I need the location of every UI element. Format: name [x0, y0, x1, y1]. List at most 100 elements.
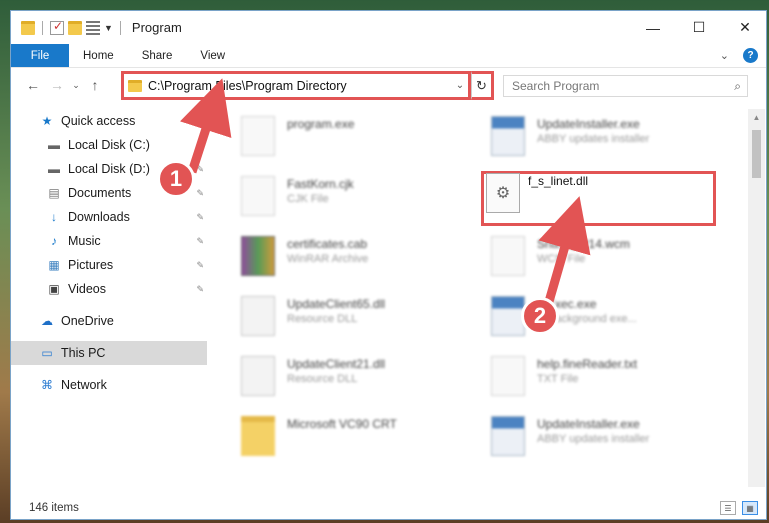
title-bar: ▼ Program — ☐ ✕ [11, 11, 766, 44]
file-item[interactable]: Microsoft VC90 CRT [241, 412, 461, 462]
sidebar-item-onedrive[interactable]: ☁ OneDrive [11, 309, 207, 333]
search-input[interactable]: Search Program [512, 79, 599, 93]
file-name: certificates.cab [287, 237, 368, 251]
file-type: CJK File [287, 193, 329, 205]
recent-locations-icon[interactable]: ⌄ [69, 80, 83, 91]
cloud-icon: ☁ [41, 314, 53, 328]
exe-file-icon [491, 416, 525, 456]
file-type: ABBY updates installer [537, 133, 650, 145]
view-switcher: ☰ ▦ [720, 501, 766, 515]
file-item[interactable]: UpdateClient21.dll Resource DLL [241, 352, 461, 402]
large-icons-view-icon[interactable]: ▦ [742, 501, 758, 515]
tab-home[interactable]: Home [69, 44, 128, 67]
file-name: UpdateInstaller.exe [537, 417, 640, 431]
up-button[interactable]: ↑ [83, 77, 107, 93]
file-type: Resource DLL [287, 313, 358, 325]
refresh-button[interactable]: ↻ [471, 71, 494, 100]
sidebar-item-quick-access[interactable]: ★ Quick access [11, 109, 207, 133]
back-button[interactable]: ← [21, 77, 45, 93]
sidebar-item-network[interactable]: ⌘ Network [11, 373, 207, 397]
sidebar-item-this-pc[interactable]: ▭ This PC [11, 341, 207, 365]
help-icon[interactable]: ? [743, 48, 758, 63]
pin-icon: ✎ [196, 235, 204, 246]
new-folder-icon[interactable] [68, 20, 82, 35]
sidebar-item-pictures[interactable]: ▦ Pictures ✎ [11, 253, 207, 277]
navigation-bar: ← → ⌄ ↑ C:\Program Files\Program Directo… [11, 68, 766, 102]
properties-check-icon[interactable] [50, 19, 64, 35]
downloads-icon: ↓ [51, 210, 57, 224]
sidebar-item-label: OneDrive [61, 314, 114, 328]
customize-toolbar-icon[interactable] [86, 20, 100, 35]
scroll-up-icon[interactable]: ▲ [748, 109, 765, 126]
details-view-icon[interactable]: ☰ [720, 501, 736, 515]
sidebar-item-local-disk-c[interactable]: ▬ Local Disk (C:) ✎ [11, 133, 207, 157]
vertical-scrollbar[interactable]: ▲ [748, 109, 765, 487]
tab-file[interactable]: File [11, 44, 69, 67]
sidebar-item-label: Local Disk (D:) [68, 162, 150, 176]
maximize-button[interactable]: ☐ [676, 11, 722, 44]
expand-ribbon-icon[interactable]: ⌄ [720, 49, 729, 62]
file-item[interactable]: certificates.cab WinRAR Archive [241, 232, 461, 282]
file-name: UpdateClient65.dll [287, 297, 386, 311]
pin-icon: ✎ [196, 139, 204, 150]
sidebar-item-label: Videos [68, 282, 106, 296]
exe-file-icon [241, 116, 275, 156]
target-file-name[interactable]: f_s_linet.dll [528, 174, 588, 188]
close-button[interactable]: ✕ [722, 11, 766, 44]
file-name: Microsoft VC90 CRT [287, 417, 397, 431]
window-controls: — ☐ ✕ [630, 11, 766, 44]
search-box[interactable]: Search Program ⌕ [503, 75, 748, 97]
document-file-icon [241, 176, 275, 216]
file-item[interactable]: program.exe [241, 112, 461, 162]
file-name: program.exe [287, 117, 355, 131]
file-name: Sna...@P14.wcm [537, 237, 630, 251]
quick-access-toolbar: ▼ [11, 19, 124, 35]
minimize-button[interactable]: — [630, 11, 676, 44]
file-item[interactable]: help.fineReader.txt TXT File [491, 352, 711, 402]
step-1-badge: 1 [157, 160, 195, 198]
file-item[interactable]: FastKorn.cjk CJK File [241, 172, 461, 222]
file-name: help.fineReader.txt [537, 357, 638, 371]
exe-file-icon [491, 116, 525, 156]
text-file-icon [491, 356, 525, 396]
search-icon: ⌕ [734, 78, 741, 93]
sidebar-item-downloads[interactable]: ↓ Downloads ✎ [11, 205, 207, 229]
file-name: UpdateClient21.dll [287, 357, 386, 371]
music-icon: ♪ [51, 234, 57, 248]
file-type: WinRAR Archive [287, 253, 369, 265]
pin-icon: ✎ [196, 283, 204, 294]
drive-icon: ▬ [48, 162, 60, 176]
file-list: program.exe FastKorn.cjk CJK File certifi… [216, 102, 746, 490]
file-item[interactable]: UpdateInstaller.exe ABBY updates installe… [491, 412, 711, 462]
explorer-window: ▼ Program — ☐ ✕ File Home Share View ⌄ ?… [10, 10, 767, 520]
star-icon: ★ [41, 114, 53, 128]
pin-icon: ✎ [196, 211, 204, 222]
address-bar[interactable]: C:\Program Files\Program Directory ⌄ [121, 71, 471, 100]
window-title: Program [131, 20, 182, 35]
folder-icon [241, 416, 275, 456]
file-item[interactable]: UpdateInstaller.exe ABBY updates installe… [491, 112, 711, 162]
file-item[interactable]: UpdateClient65.dll Resource DLL [241, 292, 461, 342]
sidebar-item-label: Pictures [68, 258, 114, 272]
pictures-icon: ▦ [48, 258, 60, 272]
tab-share[interactable]: Share [128, 44, 187, 67]
forward-button[interactable]: → [45, 77, 69, 93]
file-type: WCM File [537, 253, 586, 265]
ribbon: File Home Share View ⌄ ? [11, 44, 766, 68]
item-count: 146 items [29, 502, 79, 514]
folder-icon [128, 79, 142, 92]
scrollbar-thumb[interactable] [752, 130, 761, 178]
sidebar-item-videos[interactable]: ▣ Videos ✎ [11, 277, 207, 301]
address-history-chevron-icon[interactable]: ⌄ [452, 80, 468, 91]
sidebar-item-music[interactable]: ♪ Music ✎ [11, 229, 207, 253]
chevron-down-icon[interactable]: ▼ [104, 23, 113, 33]
address-path[interactable]: C:\Program Files\Program Directory [148, 79, 452, 93]
folder-icon [21, 20, 35, 35]
documents-icon: ▤ [48, 186, 60, 200]
file-item[interactable]: Sna...@P14.wcm WCM File [491, 232, 711, 282]
file-type: Resource DLL [287, 373, 358, 385]
tab-view[interactable]: View [186, 44, 239, 67]
